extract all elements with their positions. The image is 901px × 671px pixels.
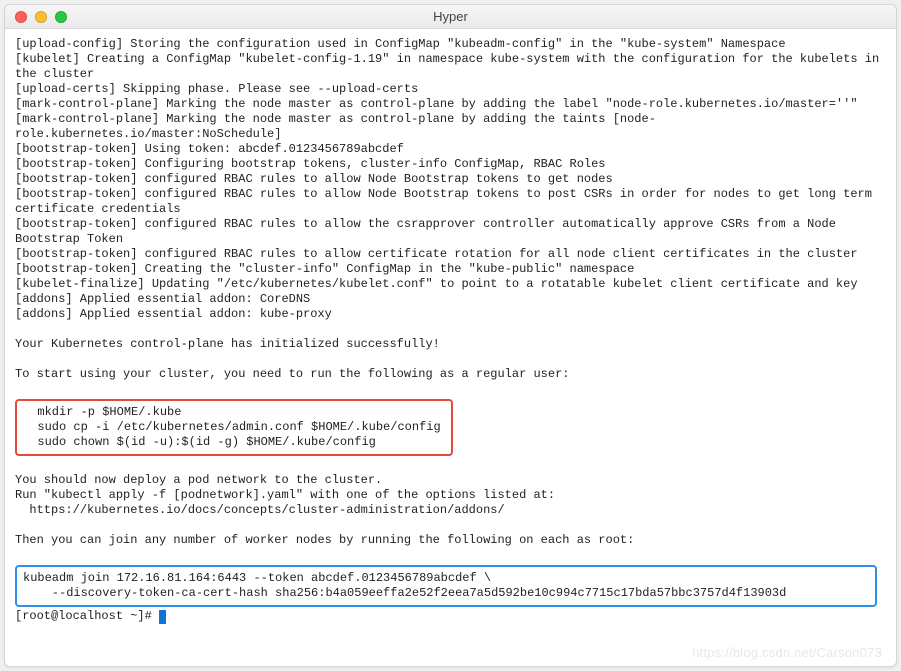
output-line: [bootstrap-token] configured RBAC rules … <box>15 247 858 261</box>
output-line: [bootstrap-token] Using token: abcdef.01… <box>15 142 404 156</box>
terminal-window: Hyper [upload-config] Storing the config… <box>4 4 897 667</box>
output-line: [bootstrap-token] Creating the "cluster-… <box>15 262 634 276</box>
output-line: [upload-config] Storing the configuratio… <box>15 37 786 51</box>
shell-prompt: [root@localhost ~]# <box>15 609 159 623</box>
output-line: [bootstrap-token] Configuring bootstrap … <box>15 157 606 171</box>
output-line: [bootstrap-token] configured RBAC rules … <box>15 172 613 186</box>
highlighted-commands-red: mkdir -p $HOME/.kube sudo cp -i /etc/kub… <box>15 399 453 456</box>
watermark-text: https://blog.csdn.net/Carson073 <box>692 645 882 660</box>
output-line: [kubelet] Creating a ConfigMap "kubelet-… <box>15 52 886 81</box>
cursor-icon <box>159 610 166 624</box>
output-line: [mark-control-plane] Marking the node ma… <box>15 97 858 111</box>
output-line: [addons] Applied essential addon: CoreDN… <box>15 292 310 306</box>
terminal-output[interactable]: [upload-config] Storing the configuratio… <box>5 29 896 666</box>
output-line: [upload-certs] Skipping phase. Please se… <box>15 82 418 96</box>
output-line: [mark-control-plane] Marking the node ma… <box>15 112 656 141</box>
titlebar[interactable]: Hyper <box>5 5 896 29</box>
output-line: [bootstrap-token] configured RBAC rules … <box>15 187 879 216</box>
output-line: To start using your cluster, you need to… <box>15 367 570 381</box>
output-line: Then you can join any number of worker n… <box>15 533 634 547</box>
output-line: Your Kubernetes control-plane has initia… <box>15 337 440 351</box>
highlighted-commands-blue: kubeadm join 172.16.81.164:6443 --token … <box>15 565 877 607</box>
output-line: [bootstrap-token] configured RBAC rules … <box>15 217 843 246</box>
output-line: [kubelet-finalize] Updating "/etc/kubern… <box>15 277 858 291</box>
output-line: https://kubernetes.io/docs/concepts/clus… <box>15 503 505 517</box>
output-line: [addons] Applied essential addon: kube-p… <box>15 307 332 321</box>
window-title: Hyper <box>5 9 896 24</box>
output-line: Run "kubectl apply -f [podnetwork].yaml"… <box>15 488 555 502</box>
output-line: You should now deploy a pod network to t… <box>15 473 382 487</box>
